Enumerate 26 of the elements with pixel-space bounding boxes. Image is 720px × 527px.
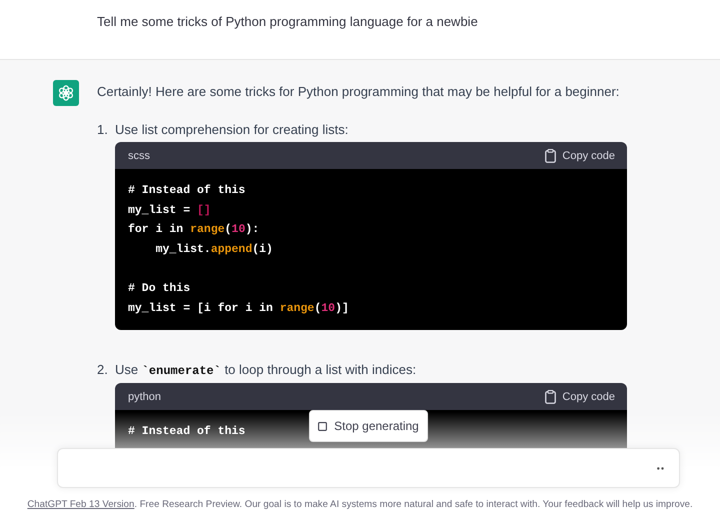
list-number: 2.	[97, 361, 109, 380]
assistant-intro: Certainly! Here are some tricks for Python programming that may be helpful for a beginner:	[97, 83, 620, 101]
code-language-label: scss	[128, 150, 150, 162]
code-line: my_list = []	[128, 202, 211, 219]
user-message: Tell me some tricks of Python programming language for a newbie	[97, 13, 479, 31]
code-line: my_list.append(i)	[154, 242, 273, 258]
copy-code-button[interactable]: Copy code	[545, 148, 615, 162]
copy-code-button[interactable]: Copy code	[545, 390, 615, 404]
clipboard-icon	[545, 390, 556, 404]
code-line: for i in range(10):	[128, 222, 260, 238]
stop-square-icon	[318, 422, 328, 430]
list-item-text: Use `enumerate` to loop through a list with indices:	[115, 361, 418, 380]
knot-logo-icon	[57, 84, 75, 102]
clipboard-icon	[545, 148, 556, 162]
version-link[interactable]: ChatGPT Feb 13 Version	[27, 499, 134, 510]
code-language-label: python	[128, 390, 162, 403]
code-line: # Do this	[128, 280, 190, 297]
code-line: # Instead of this	[128, 424, 246, 440]
list-item-text: Use list comprehension for creating lists:	[115, 121, 350, 139]
code-line: # Instead of this	[128, 183, 246, 199]
code-line: my_list = [i for i in range(10)]	[128, 300, 349, 317]
footer-note: ChatGPT Feb 13 Version. Free Research Preview. Our goal is to make AI systems more natural and safe to interact with. Your feedback will help us improve.	[26, 498, 694, 512]
stop-generating-button[interactable]: Stop generating	[309, 410, 428, 442]
typing-dots-icon	[657, 466, 664, 470]
message-input-field[interactable]	[57, 448, 680, 488]
list-number: 1.	[97, 121, 109, 139]
